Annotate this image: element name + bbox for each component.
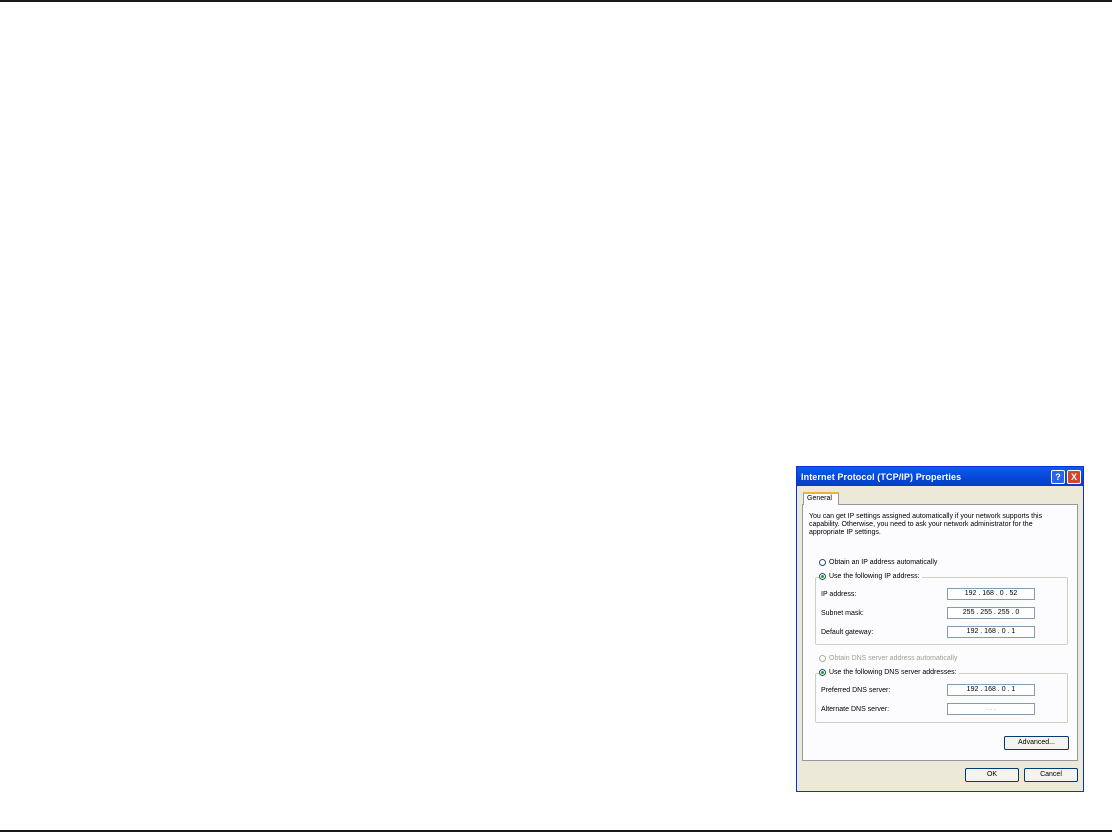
subnet-mask-label: Subnet mask:: [821, 610, 864, 617]
default-gateway-label: Default gateway:: [821, 629, 874, 636]
ip-address-label: IP address:: [821, 591, 857, 598]
close-icon[interactable]: X: [1067, 469, 1081, 484]
obtain-dns-auto-radio[interactable]: Obtain DNS server address automatically: [819, 655, 957, 662]
intro-text: You can get IP settings assigned automat…: [809, 513, 1043, 536]
radio-checked-icon: [819, 669, 826, 676]
radio-disabled-icon: [819, 655, 826, 662]
subnet-mask-input[interactable]: 255 . 255 . 255 . 0: [947, 607, 1035, 619]
preferred-dns-input[interactable]: 192 . 168 . 0 . 1: [947, 684, 1035, 696]
ok-button[interactable]: OK: [965, 768, 1019, 782]
preferred-dns-label: Preferred DNS server:: [821, 687, 891, 694]
alternate-dns-input[interactable]: . . .: [947, 703, 1035, 715]
use-following-ip-label: Use the following IP address:: [829, 573, 920, 580]
dialog-title: Internet Protocol (TCP/IP) Properties: [801, 471, 962, 482]
obtain-ip-auto-radio[interactable]: Obtain an IP address automatically: [819, 559, 937, 566]
dialog-titlebar[interactable]: Internet Protocol (TCP/IP) Properties ? …: [797, 467, 1083, 486]
dns-server-group: [815, 673, 1068, 723]
bottom-divider-line: [0, 830, 1112, 832]
advanced-button[interactable]: Advanced...: [1004, 736, 1069, 750]
tcpip-properties-dialog: Internet Protocol (TCP/IP) Properties ? …: [796, 466, 1084, 792]
obtain-ip-auto-label: Obtain an IP address automatically: [829, 559, 938, 566]
tab-general[interactable]: General: [803, 492, 839, 505]
use-following-dns-label: Use the following DNS server addresses:: [829, 669, 957, 676]
obtain-dns-auto-label: Obtain DNS server address automatically: [829, 655, 958, 662]
radio-checked-icon: [819, 573, 826, 580]
top-divider-line: [0, 0, 1112, 2]
default-gateway-input[interactable]: 192 . 168 . 0 . 1: [947, 626, 1035, 638]
ip-address-input[interactable]: 192 . 168 . 0 . 52: [947, 588, 1035, 600]
alternate-dns-label: Alternate DNS server:: [821, 706, 890, 713]
cancel-button[interactable]: Cancel: [1024, 768, 1078, 782]
use-following-dns-radio[interactable]: Use the following DNS server addresses:: [819, 669, 959, 676]
use-following-ip-radio[interactable]: Use the following IP address:: [819, 573, 922, 580]
radio-icon: [819, 559, 826, 566]
help-icon[interactable]: ?: [1051, 469, 1065, 484]
titlebar-buttons: ? X: [1051, 469, 1081, 484]
